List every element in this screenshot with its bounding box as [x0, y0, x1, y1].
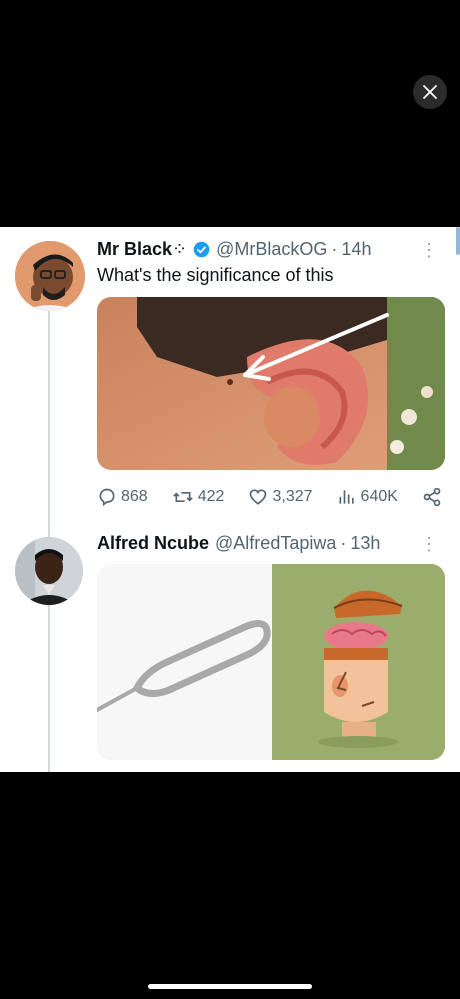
name-emoji: ⁘ [172, 239, 188, 259]
close-icon [423, 85, 437, 99]
scroll-indicator[interactable] [456, 227, 460, 255]
close-button[interactable] [413, 75, 447, 109]
more-options-icon[interactable]: ⋮ [420, 241, 438, 259]
retweet-count: 422 [197, 488, 225, 505]
heart-icon [250, 489, 267, 505]
separator: · [331, 239, 338, 259]
retweet-icon [172, 492, 193, 502]
views-button[interactable]: 640K [337, 487, 398, 507]
share-button[interactable] [422, 487, 442, 507]
display-name[interactable]: Alfred Ncube [97, 533, 209, 554]
tweet-header: Mr Black ⁘ @MrBlackOG · 14h [97, 239, 371, 260]
view-count: 640K [360, 488, 398, 505]
tweet-header: Alfred Ncube @AlfredTapiwa · 13h [97, 533, 380, 554]
sim-ejector-pin-image [97, 564, 272, 760]
more-options-icon[interactable]: ⋮ [420, 535, 438, 553]
timestamp[interactable]: 13h [350, 533, 380, 554]
retweet-button[interactable]: 422 [172, 487, 225, 507]
reply-button[interactable]: 868 [97, 487, 148, 507]
like-count: 3,327 [272, 488, 313, 505]
reply-count: 868 [121, 488, 148, 505]
tweet-text: What's the significance of this [97, 265, 334, 285]
share-icon [423, 487, 441, 507]
brain-head-cartoon-image [272, 564, 445, 760]
tweet-actions: 868 422 3,327 640K [97, 485, 442, 509]
display-name[interactable]: Mr Black [97, 239, 172, 260]
separator: · [340, 533, 347, 553]
verified-badge-icon [193, 241, 210, 258]
avatar[interactable] [15, 241, 85, 311]
tweet-media-photo[interactable] [97, 297, 445, 470]
reply-icon [99, 488, 115, 507]
views-chart-icon [339, 490, 354, 504]
home-indicator[interactable] [148, 984, 312, 989]
tweet-media-collage[interactable] [97, 564, 445, 760]
timestamp[interactable]: 14h [341, 239, 371, 260]
like-button[interactable]: 3,327 [248, 487, 313, 507]
handle[interactable]: @MrBlackOG [216, 239, 327, 260]
tweet-thread-card: Mr Black ⁘ @MrBlackOG · 14h ⋮ What's the… [0, 227, 460, 772]
handle[interactable]: @AlfredTapiwa [215, 533, 336, 554]
avatar[interactable] [15, 537, 83, 605]
